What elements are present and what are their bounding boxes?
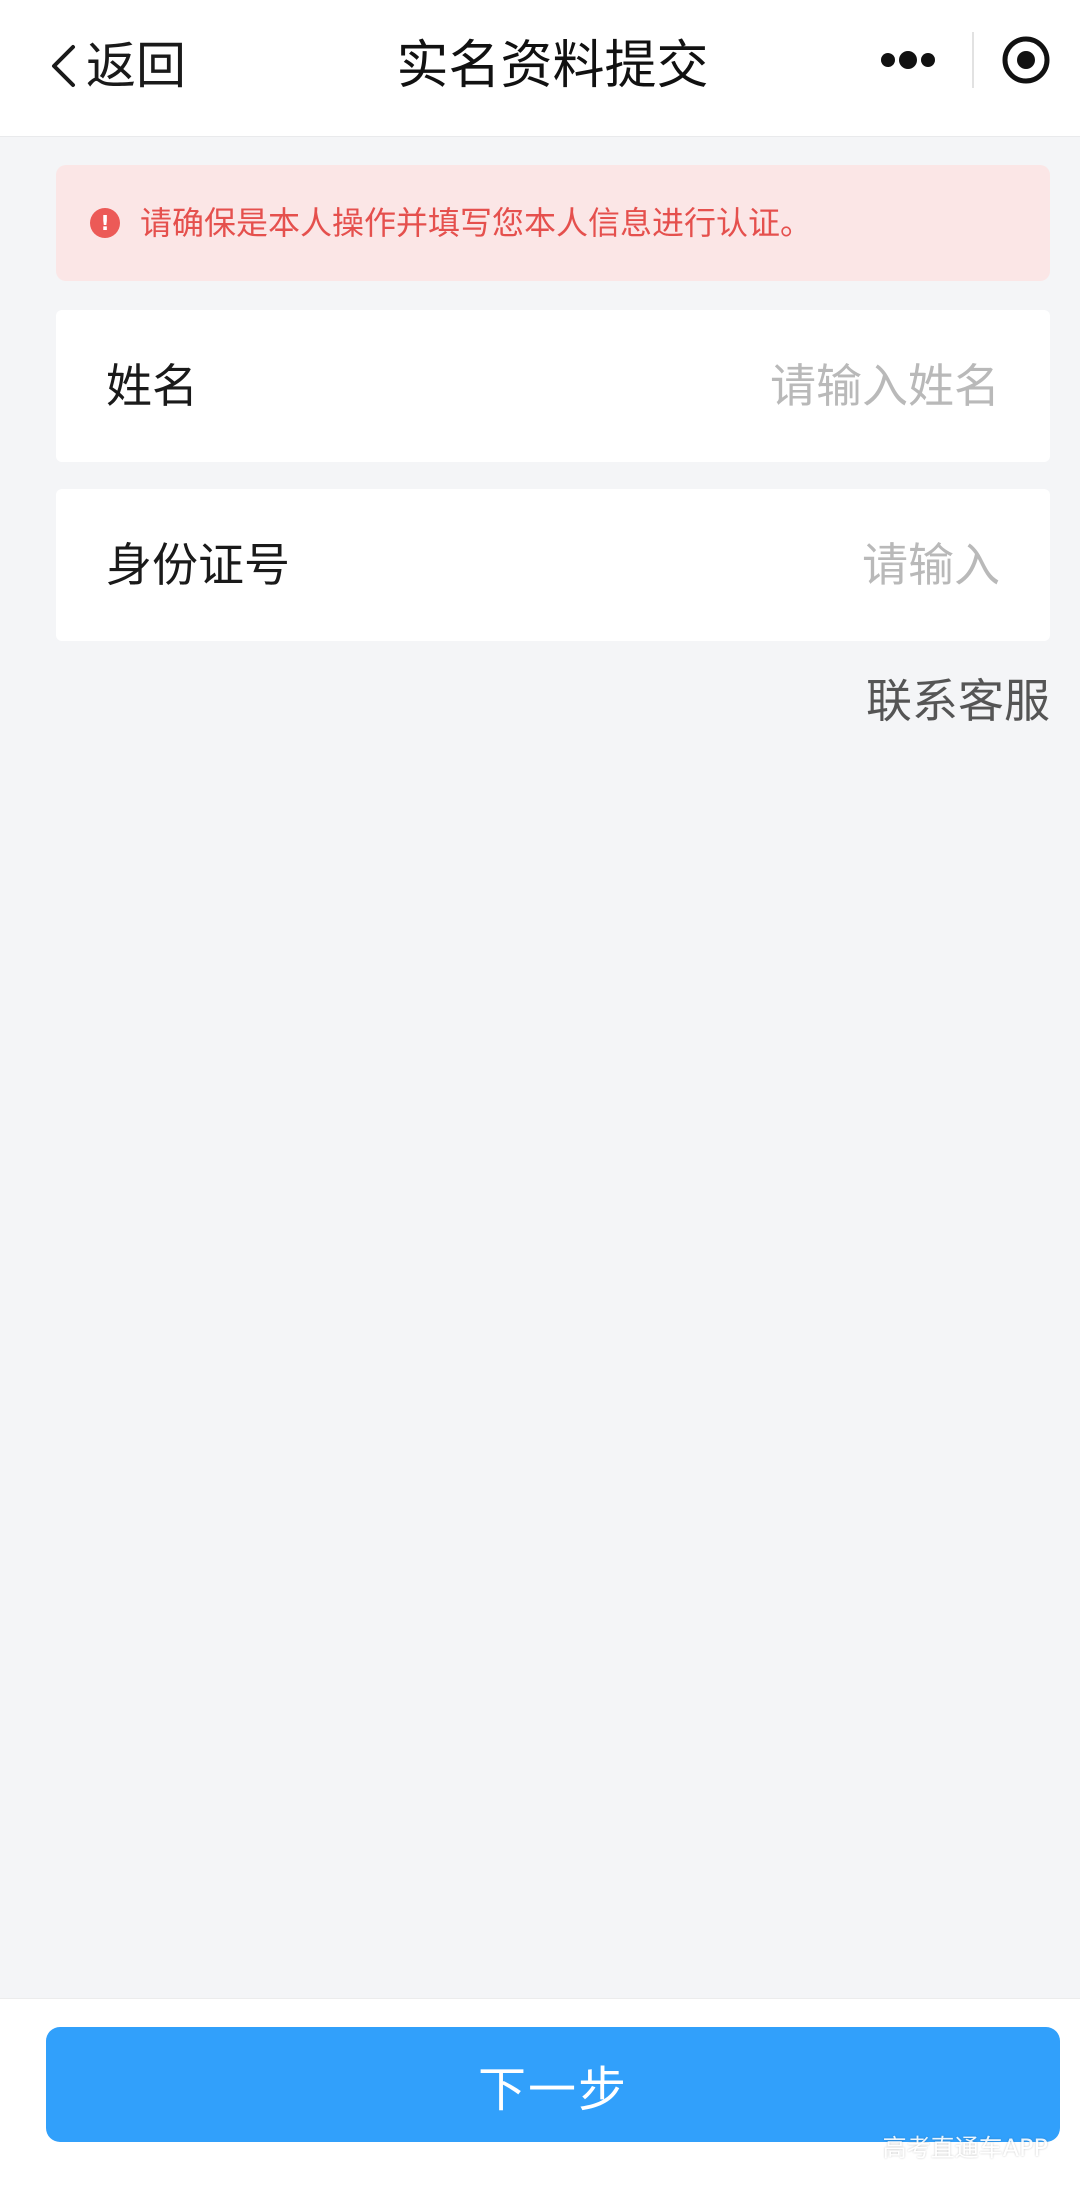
- id-number-label: 身份证号: [106, 538, 290, 592]
- name-input[interactable]: [440, 359, 1000, 413]
- navigation-bar: 返回 实名资料提交: [0, 0, 1080, 137]
- alert-circle-icon: !: [90, 208, 120, 238]
- warning-banner: ! 请确保是本人操作并填写您本人信息进行认证。: [56, 165, 1050, 281]
- capsule-divider: [972, 32, 974, 88]
- name-label: 姓名: [106, 359, 198, 413]
- bottom-bar: 下一步 高考直通车APP: [0, 1998, 1080, 2185]
- id-number-row: 身份证号: [56, 489, 1050, 641]
- mini-program-capsule: [856, 20, 1066, 100]
- id-number-input[interactable]: [440, 538, 1000, 592]
- warning-text: 请确保是本人操作并填写您本人信息进行认证。: [140, 204, 813, 242]
- watermark: 高考直通车APP: [882, 2134, 1048, 2162]
- more-button[interactable]: [856, 20, 960, 100]
- name-row: 姓名: [56, 310, 1050, 462]
- more-dots-icon: [881, 51, 935, 69]
- contact-support-link[interactable]: 联系客服: [866, 674, 1050, 729]
- close-button[interactable]: [986, 20, 1066, 100]
- target-close-icon: [1002, 36, 1050, 84]
- next-step-button[interactable]: 下一步: [46, 2027, 1060, 2142]
